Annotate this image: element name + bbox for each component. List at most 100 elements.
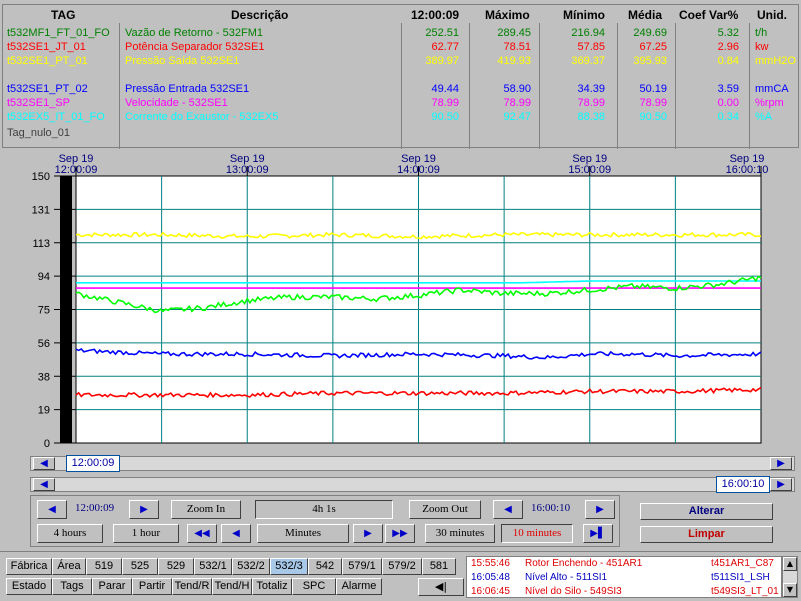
nav-tab-7[interactable]: 532/3 (270, 558, 308, 575)
top-scrollbar[interactable]: ◀ ▶ (30, 456, 795, 471)
start-time-label: 12:00:09 (75, 502, 115, 514)
tag-cell-avg: 50.19 (639, 83, 667, 95)
nav-tab-1[interactable]: Área (52, 558, 86, 575)
alarm-row[interactable]: 16:06:45 Nível do Silo - 549SI3 t549SI3_LT… (471, 586, 779, 600)
tag-cell-desc: Potência Separador 532SE1 (125, 41, 265, 53)
tag-cell-unit: t/h (755, 27, 768, 39)
nav-tab-9[interactable]: 579/1 (342, 558, 382, 575)
end-prev-button[interactable]: ◀ (493, 500, 523, 519)
action-tab-8[interactable]: Alarme (336, 578, 382, 595)
alterar-button[interactable]: Alterar (640, 503, 773, 520)
forward-fast-button[interactable]: ▶▶ (385, 524, 415, 543)
tag-cell-max: 78.99 (503, 97, 531, 109)
tag-cell-desc: Pressão Entrada 532SE1 (125, 83, 250, 95)
action-tab-6[interactable]: Totaliz (252, 578, 292, 595)
nav-tab-8[interactable]: 542 (308, 558, 342, 575)
nav-tab-4[interactable]: 529 (158, 558, 194, 575)
alarm-list[interactable]: 15:55:46 Rotor Enchendo - 451AR1 t451AR1_C… (466, 556, 782, 598)
tag-cell-min: 369.37 (571, 55, 605, 67)
tag-cell-max: 58.90 (503, 83, 531, 95)
tag-row[interactable]: t532SE1_PT_01 Pressão Saída 532SE1 389.97 4… (3, 55, 796, 69)
zoom-in-button[interactable]: Zoom In (171, 500, 241, 519)
tag-cell-cur: 49.44 (431, 83, 459, 95)
tag-cell-cur: 252.51 (425, 27, 459, 39)
tag-cell-unit: mmH2O (755, 55, 796, 67)
tag-cell-cur: 62.77 (431, 41, 459, 53)
header-description: Descrição (231, 8, 289, 22)
tag-cell-desc: Corrente do Exaustor - 532EX5 (125, 111, 279, 123)
tag-cell-avg: 90.50 (639, 111, 667, 123)
alarm-msg: Nível Alto - 511SI1 (525, 572, 608, 583)
action-tab-2[interactable]: Parar (92, 578, 132, 595)
action-tab-7[interactable]: SPC (292, 578, 336, 595)
limpar-button[interactable]: Limpar (640, 526, 773, 543)
forward-button[interactable]: ▶ (353, 524, 383, 543)
tag-row[interactable]: Tag_nulo_01 (3, 127, 793, 141)
y-tick-label: 75 (38, 305, 50, 317)
nav-tab-6[interactable]: 532/2 (232, 558, 270, 575)
alarm-row[interactable]: 16:05:48 Nível Alto - 511SI1 t511SI1_LSH (471, 572, 779, 586)
tag-cell-tag: t532SE1_PT_02 (7, 83, 88, 95)
tag-cell-min: 88.38 (577, 111, 605, 123)
tag-row[interactable]: t532EX5_IT_01_FO Corrente do Exaustor - 5… (3, 111, 793, 125)
tag-row[interactable]: t532SE1_JT_01 Potência Separador 532SE1 62… (3, 41, 793, 55)
y-tick-label: 19 (38, 405, 50, 417)
tag-row[interactable]: t532SE1_PT_02 Pressão Entrada 532SE1 49.44… (3, 83, 793, 97)
scroll2-left-button[interactable]: ◀ (33, 478, 55, 491)
action-tab-1[interactable]: Tags (52, 578, 92, 595)
nav-tab-2[interactable]: 519 (86, 558, 122, 575)
header-avg: Média (628, 8, 663, 22)
end-time-label: 16:00:10 (531, 502, 571, 514)
go-end-button[interactable]: ▶▌ (583, 524, 613, 543)
x-tick-time: 16:00:10 (726, 164, 769, 176)
header-max: Máximo (485, 8, 530, 22)
tag-row[interactable]: t532MF1_FT_01_FO Vazão de Retorno - 532FM… (3, 27, 793, 41)
nav-tab-10[interactable]: 579/2 (382, 558, 422, 575)
y-tick-label: 113 (32, 238, 50, 250)
rewind-fast-button[interactable]: ◀◀ (187, 524, 217, 543)
four-hours-button[interactable]: 4 hours (37, 524, 103, 543)
tag-cell-tag: Tag_nulo_01 (7, 127, 71, 139)
alarm-tag: t451AR1_C87 (711, 558, 774, 569)
left-time-box: 12:00:09 (66, 455, 120, 472)
tag-cell-min: 78.99 (577, 97, 605, 109)
tag-cell-unit: %A (755, 111, 773, 123)
nav-tab-5[interactable]: 532/1 (194, 558, 232, 575)
trend-chart-svg[interactable]: 15013111394755638190Sep 1912:00:09Sep 19… (2, 152, 799, 450)
nav-tab-11[interactable]: 581 (422, 558, 456, 575)
action-tab-3[interactable]: Partir (132, 578, 172, 595)
action-tab-0[interactable]: Estado (6, 578, 52, 595)
tag-row[interactable]: t532SE1_SP Velocidade - 532SE1 78.99 78.99 7… (3, 97, 793, 111)
bottom-scrollbar[interactable]: ◀ ▶ (30, 477, 795, 492)
start-next-button[interactable]: ▶ (129, 500, 159, 519)
action-tab-5[interactable]: Tend/H (212, 578, 252, 595)
action-tab-4[interactable]: Tend/R (172, 578, 212, 595)
end-next-button[interactable]: ▶ (585, 500, 615, 519)
alarm-scroll-down-button[interactable]: ▼ (783, 583, 797, 597)
header-cv: Coef Var% (679, 8, 739, 22)
ten-minutes-button[interactable]: 10 minutes (501, 524, 573, 543)
start-prev-button[interactable]: ◀ (37, 500, 67, 519)
alarm-tag: t511SI1_LSH (711, 572, 770, 583)
one-hour-button[interactable]: 1 hour (113, 524, 179, 543)
alarm-row[interactable]: 15:55:46 Rotor Enchendo - 451AR1 t451AR1_C… (471, 558, 779, 572)
alarm-msg: Rotor Enchendo - 451AR1 (525, 558, 643, 569)
rewind-button[interactable]: ◀ (221, 524, 251, 543)
tag-cell-avg: 395.93 (633, 55, 667, 67)
zoom-out-button[interactable]: Zoom Out (409, 500, 481, 519)
alarm-scroll-up-button[interactable]: ▲ (783, 557, 797, 571)
thirty-minutes-button[interactable]: 30 minutes (425, 524, 495, 543)
scroll-right-button[interactable]: ▶ (770, 457, 792, 470)
nav-tab-3[interactable]: 525 (122, 558, 158, 575)
minutes-button[interactable]: Minutes (257, 524, 349, 543)
alarm-scrollbar[interactable]: ▲ ▼ (782, 556, 798, 598)
nav-tab-0[interactable]: Fábrica (6, 558, 52, 575)
tag-cell-max: 92.47 (503, 111, 531, 123)
scroll2-right-button[interactable]: ▶ (770, 478, 792, 491)
tag-cell-avg: 78.99 (639, 97, 667, 109)
speaker-button[interactable]: ◀| (418, 578, 464, 596)
tag-cell-cv: 3.59 (717, 83, 739, 95)
scroll-left-button[interactable]: ◀ (33, 457, 55, 470)
y-tick-label: 94 (38, 271, 50, 283)
tag-cell-cv: 2.96 (717, 41, 739, 53)
